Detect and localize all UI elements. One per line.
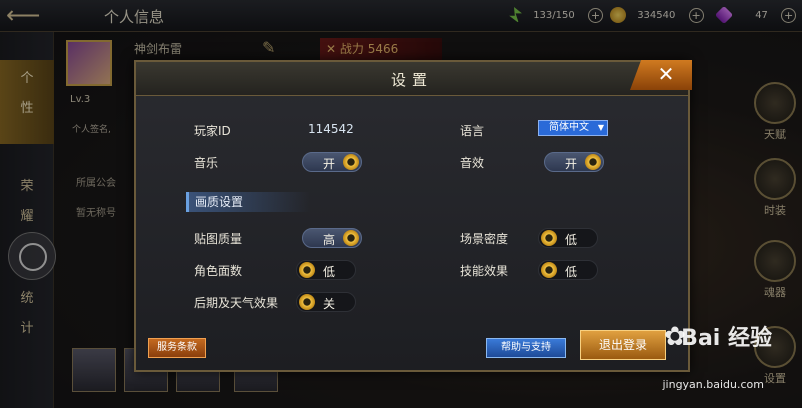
quality-section-header: 画质设置 [186, 192, 310, 212]
toggle-knob-icon [585, 154, 601, 170]
character-faces-toggle[interactable]: 低 [296, 260, 356, 280]
skill-effects-text: 低 [565, 265, 578, 279]
watermark-url: jingyan.baidu.com [662, 378, 764, 391]
music-toggle-text: 开 [323, 157, 336, 171]
logout-button[interactable]: 退出登录 [580, 330, 666, 360]
close-icon: ✕ [657, 62, 675, 86]
player-id-value: 114542 [308, 122, 354, 136]
settings-dialog: 设置 ✕ 玩家ID 114542 语言 简体中文 ▼ 音乐 开 音效 开 画质设… [134, 60, 692, 372]
texture-quality-label: 贴图质量 [194, 232, 243, 246]
chevron-down-icon: ▼ [597, 123, 604, 132]
music-label: 音乐 [194, 156, 219, 170]
scene-density-label: 场景密度 [460, 232, 509, 246]
scene-density-text: 低 [565, 233, 578, 247]
post-weather-label: 后期及天气效果 [194, 296, 279, 310]
sfx-label: 音效 [460, 156, 485, 170]
toggle-knob-icon [541, 230, 557, 246]
toggle-knob-icon [299, 294, 315, 310]
watermark-brand: Bai 经验 [681, 326, 772, 351]
music-toggle[interactable]: 开 [302, 152, 362, 172]
scene-density-toggle[interactable]: 低 [538, 228, 598, 248]
sfx-toggle-text: 开 [565, 157, 578, 171]
dialog-title: 设置 [390, 71, 433, 89]
player-id-label: 玩家ID [194, 124, 231, 138]
post-weather-toggle[interactable]: 关 [296, 292, 356, 312]
help-support-button[interactable]: 帮助与支持 [486, 338, 566, 358]
post-weather-text: 关 [323, 297, 336, 311]
texture-quality-toggle[interactable]: 高 [302, 228, 362, 248]
skill-effects-toggle[interactable]: 低 [538, 260, 598, 280]
language-value: 简体中文 [549, 122, 589, 133]
toggle-knob-icon [343, 230, 359, 246]
texture-quality-text: 高 [323, 233, 336, 247]
sfx-toggle[interactable]: 开 [544, 152, 604, 172]
dialog-header: 设置 [136, 62, 688, 96]
skill-effects-label: 技能效果 [460, 264, 509, 278]
character-faces-text: 低 [323, 265, 336, 279]
toggle-knob-icon [541, 262, 557, 278]
character-faces-label: 角色面数 [194, 264, 243, 278]
language-label: 语言 [460, 124, 485, 138]
toggle-knob-icon [343, 154, 359, 170]
terms-of-service-button[interactable]: 服务条款 [148, 338, 206, 358]
toggle-knob-icon [299, 262, 315, 278]
language-select[interactable]: 简体中文 ▼ [538, 120, 608, 136]
